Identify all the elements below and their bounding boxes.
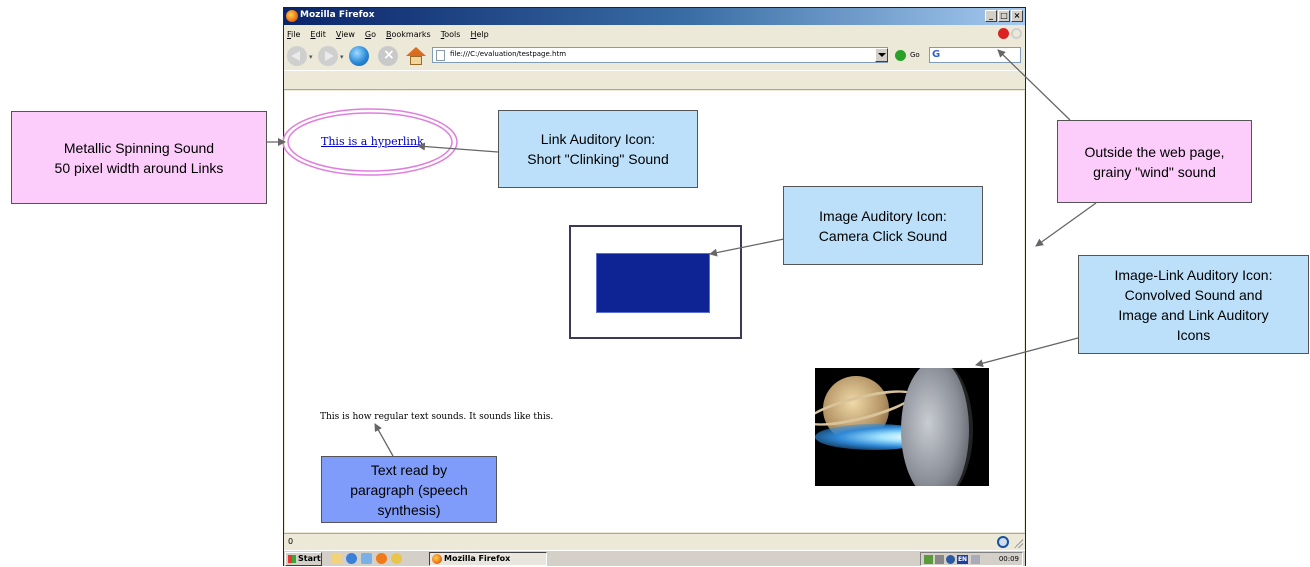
system-tray: EN 00:09 (920, 552, 1023, 566)
url-text: file:///C:/evaluation/testpage.htm (450, 50, 567, 58)
page-icon (436, 50, 445, 61)
menu-tools[interactable]: Tools (441, 30, 461, 39)
go-icon[interactable] (895, 50, 906, 61)
image-link[interactable] (815, 368, 989, 486)
menu-view[interactable]: View (336, 30, 355, 39)
status-bar: 0 (284, 533, 1025, 549)
menu-file[interactable]: File (287, 30, 300, 39)
spaceship-graphic (901, 368, 973, 486)
callout-text-read: Text read by paragraph (speech synthesis… (321, 456, 497, 523)
menu-edit[interactable]: Edit (310, 30, 326, 39)
search-input[interactable]: G (929, 47, 1021, 63)
close-button[interactable]: × (1011, 10, 1023, 22)
arrow-outside-bottom (1035, 202, 1097, 247)
network-tray-icon[interactable] (924, 555, 933, 564)
menu-help[interactable]: Help (470, 30, 488, 39)
connection-tray-icon[interactable] (946, 555, 955, 564)
paragraph-text: This is how regular text sounds. It soun… (320, 412, 554, 422)
url-field[interactable]: file:///C:/evaluation/testpage.htm (432, 47, 888, 63)
quicklaunch-messenger-icon[interactable] (361, 553, 372, 564)
menu-go[interactable]: Go (365, 30, 376, 39)
window-title: Mozilla Firefox (300, 10, 375, 20)
hyperlink[interactable]: This is a hyperlink (321, 135, 424, 148)
home-icon-body (410, 56, 422, 65)
url-dropdown-button[interactable] (875, 48, 888, 62)
throbber-icon (998, 28, 1009, 39)
menu-bar: File Edit View Go Bookmarks Tools Help (284, 26, 1025, 42)
reload-button[interactable] (349, 46, 369, 66)
google-search-icon: G (932, 49, 941, 60)
maximize-button[interactable]: □ (998, 10, 1010, 22)
volume-tray-icon[interactable] (935, 555, 944, 564)
callout-outside-page-sound: Outside the web page, grainy "wind" soun… (1057, 120, 1252, 203)
taskbar: Start Mozilla Firefox EN 00:09 (284, 550, 1025, 566)
home-button[interactable] (406, 46, 426, 66)
clock: 00:09 (998, 555, 1019, 563)
quicklaunch-desktop-icon[interactable] (331, 553, 342, 564)
display-tray-icon[interactable] (971, 555, 980, 564)
menu-bookmarks[interactable]: Bookmarks (386, 30, 431, 39)
start-button[interactable]: Start (285, 552, 322, 566)
status-text: 0 (288, 537, 294, 546)
resize-grip-icon[interactable] (1013, 538, 1023, 548)
firefox-icon (286, 10, 298, 22)
callout-image-link-auditory-icon: Image-Link Auditory Icon: Convolved Soun… (1078, 255, 1309, 354)
language-tray-icon[interactable]: EN (957, 555, 968, 564)
taskbar-firefox-button[interactable]: Mozilla Firefox (429, 552, 547, 566)
forward-dropdown-icon[interactable]: ▾ (340, 53, 344, 61)
activity-icon (1011, 28, 1022, 39)
callout-link-auditory-icon: Link Auditory Icon: Short "Clinking" Sou… (498, 110, 698, 188)
window-controls: _ □ × (985, 10, 1023, 22)
title-bar: Mozilla Firefox _ □ × (284, 8, 1025, 25)
minimize-button[interactable]: _ (985, 10, 997, 22)
back-button[interactable] (287, 46, 307, 66)
forward-button[interactable] (318, 46, 338, 66)
go-label[interactable]: Go (910, 51, 920, 59)
bookmarks-toolbar (284, 70, 1025, 90)
navigation-toolbar: ▾ ▾ file:///C:/evaluation/testpage.htm G… (284, 43, 1025, 69)
back-dropdown-icon[interactable]: ▾ (309, 53, 313, 61)
quicklaunch-firefox-icon[interactable] (376, 553, 387, 564)
image-frame (569, 225, 742, 339)
quicklaunch-ie-icon[interactable] (346, 553, 357, 564)
callout-metallic-sound: Metallic Spinning Sound 50 pixel width a… (11, 111, 267, 204)
quicklaunch-app-icon[interactable] (391, 553, 402, 564)
blue-image (596, 253, 710, 313)
home-icon (406, 47, 426, 56)
security-icon (997, 536, 1009, 548)
callout-image-auditory-icon: Image Auditory Icon: Camera Click Sound (783, 186, 983, 265)
stop-button[interactable] (378, 46, 398, 66)
